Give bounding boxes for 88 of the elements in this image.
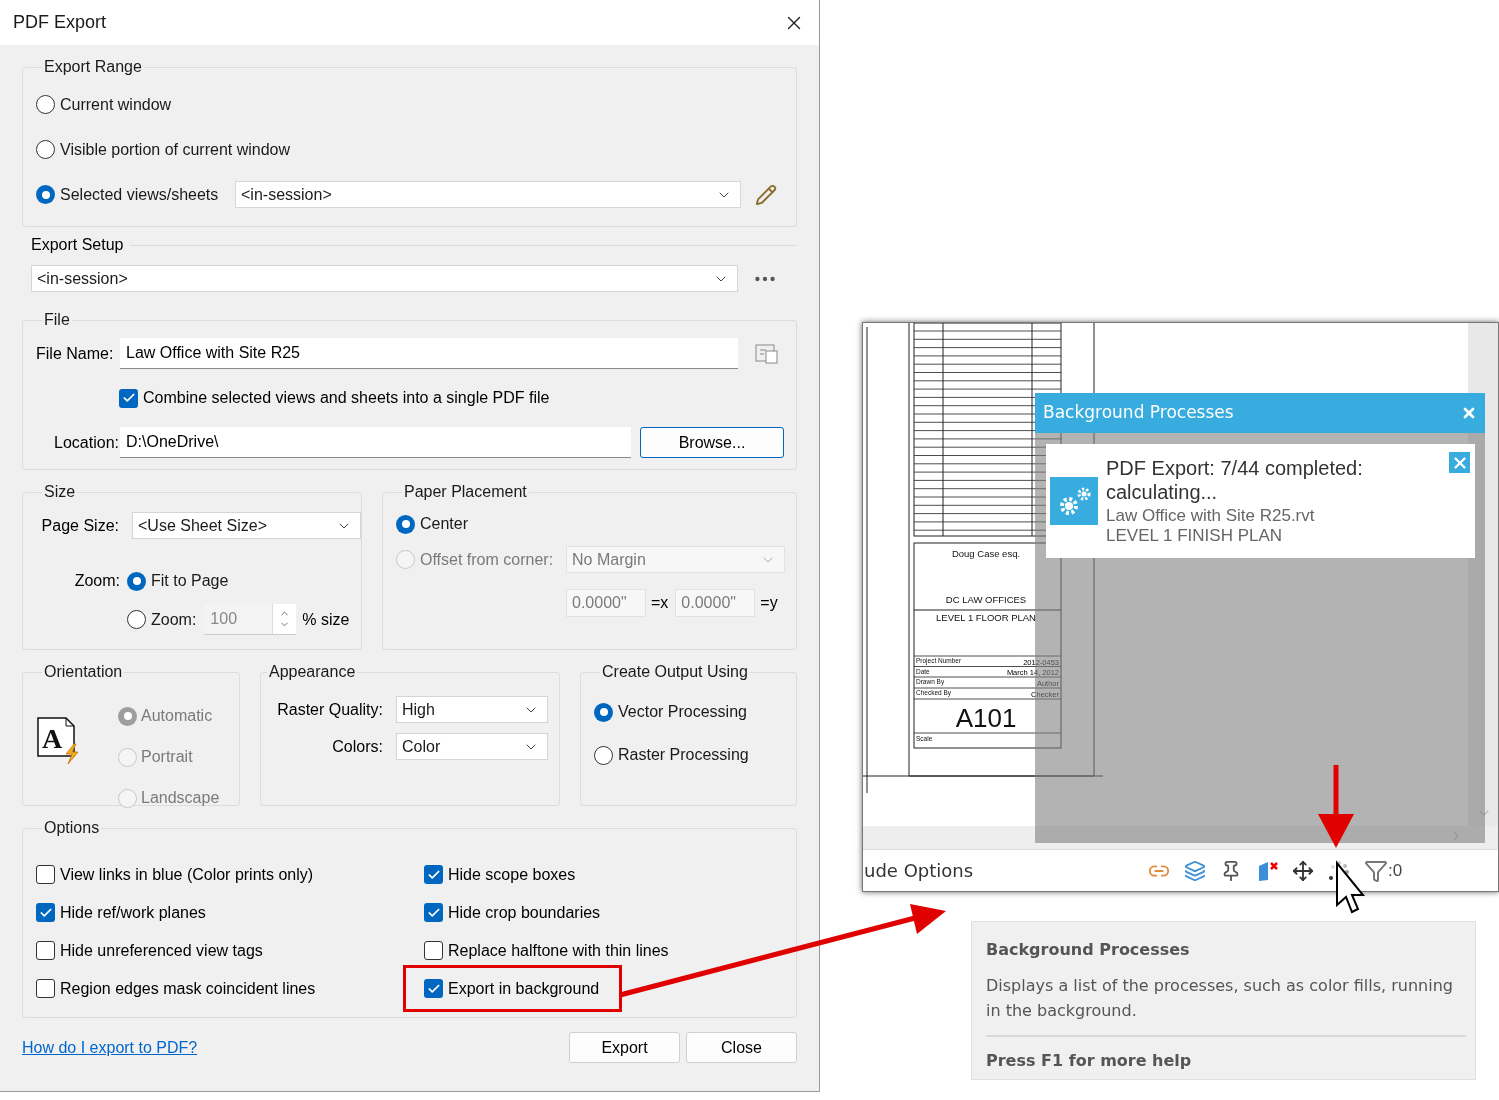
radio-label: Offset from corner: xyxy=(420,549,554,570)
tooltip-title: Background Processes xyxy=(986,939,1191,961)
field-label: Colors: xyxy=(331,736,383,757)
status-label: ude Options xyxy=(864,859,974,883)
checkbox[interactable] xyxy=(36,979,55,998)
radio-label: Visible portion of current window xyxy=(60,139,291,160)
radio-button[interactable] xyxy=(594,745,613,765)
field-label: Location: xyxy=(53,432,120,453)
radio-label: Center xyxy=(420,514,469,534)
layers-icon[interactable] xyxy=(1184,859,1207,882)
filter-count: :0 xyxy=(1388,859,1403,882)
checkbox-label: Hide crop boundaries xyxy=(448,902,601,923)
group-label: Orientation xyxy=(43,662,124,682)
radio-button[interactable] xyxy=(396,514,415,534)
field-label: Zoom: xyxy=(73,571,120,591)
tooltip-description: Displays a list of the processes, such as color fills, running in the background. xyxy=(986,975,1454,1022)
radio-label: Vector Processing xyxy=(618,702,747,722)
radio-label: Portrait xyxy=(141,747,193,767)
gears-icon xyxy=(1050,477,1098,525)
radio-button[interactable] xyxy=(36,95,55,114)
radio-label: Current window xyxy=(60,94,172,115)
field-label: Page Size: xyxy=(40,515,119,536)
appearance-dropdown[interactable]: High xyxy=(396,696,548,723)
checkbox[interactable] xyxy=(424,865,443,884)
margin-dropdown[interactable]: No Margin xyxy=(566,546,785,573)
group-label: Paper Placement xyxy=(403,482,528,502)
checkbox[interactable] xyxy=(424,903,443,922)
offset-x-field[interactable]: 0.0000" xyxy=(566,589,646,617)
group-label: Size xyxy=(43,482,77,502)
location-field[interactable]: D:\OneDrive\ xyxy=(120,427,631,458)
browse-button[interactable]: Browse... xyxy=(640,427,784,458)
radio-button[interactable] xyxy=(127,571,146,591)
checkbox-label: Combine selected views and sheets into a single PDF file xyxy=(143,388,550,408)
loading-icon[interactable] xyxy=(1328,859,1351,882)
close-button[interactable]: Close xyxy=(686,1032,797,1063)
group-label: Export Range xyxy=(43,57,143,77)
radio-button[interactable] xyxy=(127,610,146,629)
field-label: File Name: xyxy=(36,343,115,364)
process-view: LEVEL 1 FINISH PLAN xyxy=(1106,526,1284,546)
checkbox[interactable] xyxy=(119,388,138,408)
panel-title: Background Processes xyxy=(1043,401,1234,425)
process-file: Law Office with Site R25.rvt xyxy=(1106,506,1316,526)
radio-label: Selected views/sheets xyxy=(60,184,219,205)
pencil-icon[interactable] xyxy=(755,183,777,206)
group-label: Appearance xyxy=(268,662,357,682)
check-icon xyxy=(121,391,136,405)
help-link[interactable]: How do I export to PDF? xyxy=(22,1035,198,1060)
move-icon[interactable] xyxy=(1292,859,1315,882)
radio-label: Zoom: xyxy=(151,609,197,630)
radio-label: Fit to Page xyxy=(151,571,229,591)
page-size-dropdown[interactable]: <Use Sheet Size> xyxy=(132,512,361,539)
checkbox-label: Hide unreferenced view tags xyxy=(60,940,263,961)
group-label: Export Setup xyxy=(31,235,124,255)
tooltip-help: Press F1 for more help xyxy=(986,1050,1193,1072)
export-button[interactable]: Export xyxy=(569,1032,680,1063)
checkbox[interactable] xyxy=(424,941,443,960)
checkbox[interactable] xyxy=(36,903,55,922)
checkbox-label: Hide scope boxes xyxy=(448,864,576,885)
filter-icon[interactable] xyxy=(1364,858,1389,883)
group-label: Create Output Using xyxy=(601,662,749,682)
radio-button[interactable] xyxy=(36,140,55,159)
checkbox-label: Replace halftone with thin lines xyxy=(448,940,669,961)
group-label: Options xyxy=(43,818,101,838)
export-setup-dropdown[interactable]: <in-session> xyxy=(31,265,738,292)
radio-label: Raster Processing xyxy=(618,745,749,765)
file-name-field[interactable]: Law Office with Site R25 xyxy=(120,338,738,369)
checkbox-label: Export in background xyxy=(448,978,600,999)
radio-button[interactable] xyxy=(36,185,55,204)
checkbox-label: Hide ref/work planes xyxy=(60,902,206,923)
close-button[interactable] xyxy=(1449,452,1470,473)
appearance-dropdown[interactable]: Color xyxy=(396,733,548,760)
checkbox-label: Region edges mask coincident lines xyxy=(60,978,316,999)
checkbox[interactable] xyxy=(424,979,443,998)
views-dropdown[interactable]: <in-session> xyxy=(235,181,741,208)
checkbox[interactable] xyxy=(36,865,55,884)
axis-label: =x xyxy=(651,593,669,613)
window-title: PDF Export xyxy=(13,11,107,34)
group-label: File xyxy=(43,310,71,330)
axis-label: =y xyxy=(760,593,778,613)
checkbox[interactable] xyxy=(36,941,55,960)
field-label: Raster Quality: xyxy=(276,699,383,720)
process-title: PDF Export: 7/44 completed: calculating... xyxy=(1106,456,1364,504)
radio-label: Landscape xyxy=(141,788,220,808)
offset-y-field[interactable]: 0.0000" xyxy=(675,589,756,617)
radio-label: Automatic xyxy=(141,706,213,726)
radio-button[interactable] xyxy=(594,702,613,722)
checkbox-label: View links in blue (Color prints only) xyxy=(60,864,314,885)
zoom-unit: % size xyxy=(302,609,350,630)
